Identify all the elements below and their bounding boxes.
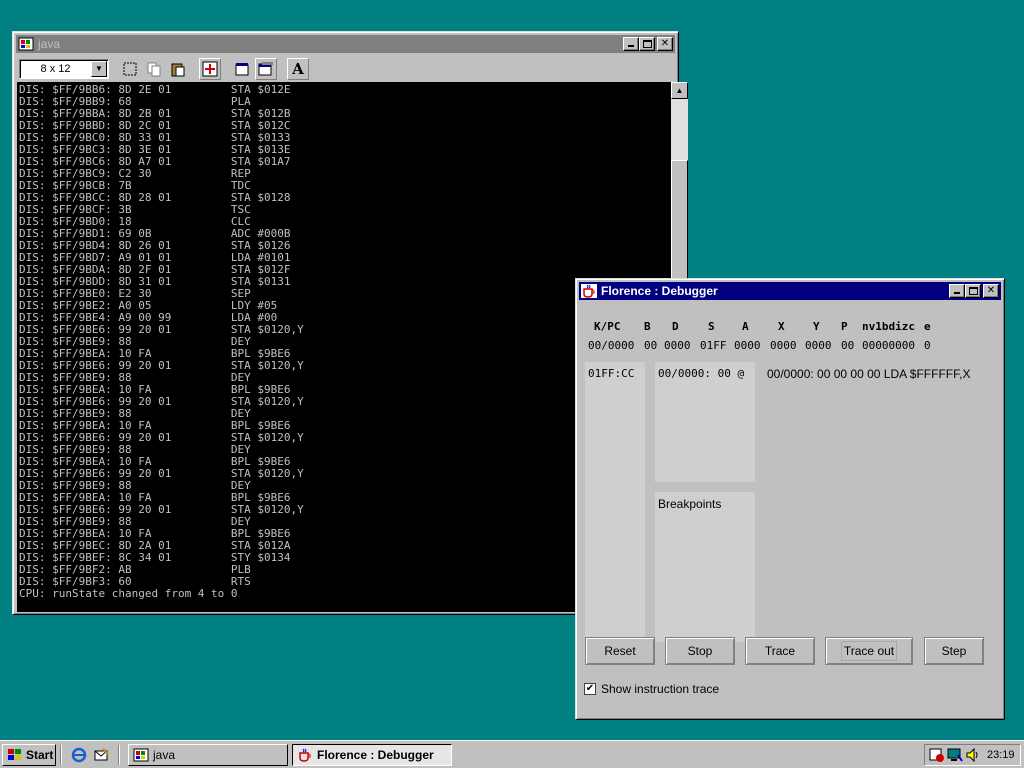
- properties-icon: [235, 63, 249, 76]
- maximize-icon: [643, 40, 652, 48]
- reg-value-d: 0000: [664, 339, 691, 352]
- console-output[interactable]: DIS: $FF/9BB6: 8D 2E 01 STA $012E DIS: $…: [17, 82, 672, 612]
- reg-value-x: 0000: [770, 339, 797, 352]
- register-values: 00/0000 00 0000 01FF 0000 0000 0000 00 0…: [584, 339, 994, 353]
- taskbar-separator: [118, 745, 120, 765]
- reg-header-a: A: [742, 320, 749, 333]
- reg-header-kpc: K/PC: [594, 320, 621, 333]
- reset-button[interactable]: Reset: [585, 637, 655, 665]
- maximize-button[interactable]: [965, 284, 981, 298]
- background-button[interactable]: [255, 58, 277, 80]
- mark-button[interactable]: [119, 58, 141, 80]
- trace-out-button[interactable]: Trace out: [825, 637, 913, 665]
- scroll-up-button[interactable]: ▲: [671, 82, 688, 99]
- outlook-express-icon[interactable]: [92, 747, 110, 765]
- java-app-icon: [18, 37, 34, 51]
- font-button[interactable]: A: [287, 58, 309, 80]
- java-titlebar[interactable]: java ✕: [16, 35, 675, 53]
- close-icon: ✕: [660, 38, 670, 49]
- minimize-icon: [954, 292, 960, 294]
- monitor-icon[interactable]: [947, 747, 963, 763]
- maximize-icon: [969, 287, 978, 295]
- show-trace-label: Show instruction trace: [601, 682, 720, 696]
- show-trace-checkbox[interactable]: ✔: [584, 683, 596, 695]
- chevron-down-icon[interactable]: ▼: [91, 61, 107, 77]
- start-button[interactable]: Start: [2, 744, 56, 766]
- reg-header-p: P: [841, 320, 848, 333]
- step-button[interactable]: Step: [924, 637, 984, 665]
- font-size-select[interactable]: 8 x 12 ▼: [19, 59, 109, 79]
- copy-icon: [147, 62, 161, 77]
- reg-value-e: 0: [924, 339, 931, 352]
- stop-button[interactable]: Stop: [665, 637, 735, 665]
- reg-value-kpc: 00/0000: [588, 339, 635, 352]
- maximize-button[interactable]: [639, 37, 655, 51]
- reg-header-s: S: [708, 320, 715, 333]
- console-line: CPU: runState changed from 4 to 0: [19, 587, 238, 600]
- task-java[interactable]: java: [128, 744, 288, 766]
- taskbar-separator: [60, 745, 62, 765]
- clock[interactable]: 23:19: [987, 749, 1015, 761]
- trace-button[interactable]: Trace: [745, 637, 815, 665]
- reg-value-p: 00: [841, 339, 855, 352]
- memory-panel[interactable]: 00/0000: 00 @: [655, 362, 755, 482]
- reg-value-s: 01FF: [700, 339, 727, 352]
- stack-text: 01FF:CC: [588, 367, 635, 380]
- minimize-button[interactable]: [623, 37, 639, 51]
- paste-button[interactable]: [167, 58, 189, 80]
- minimize-icon: [628, 45, 634, 47]
- memory-text: 00/0000: 00 @: [658, 367, 745, 380]
- properties-button[interactable]: [231, 58, 253, 80]
- reg-value-flags: 00000000: [862, 339, 915, 352]
- paste-icon: [171, 63, 185, 77]
- reg-value-a: 0000: [734, 339, 761, 352]
- console-text: DIS: $FF/9BB6: 8D 2E 01 STA $012E DIS: $…: [17, 82, 672, 600]
- debugger-window[interactable]: Florence : Debugger ✕ K/PC B D S A X Y P…: [575, 278, 1005, 720]
- reg-header-y: Y: [813, 320, 820, 333]
- console-toolbar: 8 x 12 ▼ A: [17, 56, 674, 82]
- java-cup-icon: [581, 284, 597, 298]
- java-app-icon: [133, 748, 149, 762]
- system-tray: 23:19: [924, 744, 1021, 766]
- minimize-button[interactable]: [949, 284, 965, 298]
- reg-header-flags: nv1bdizc: [862, 320, 915, 333]
- windows-logo-icon: [8, 749, 21, 760]
- show-instruction-trace[interactable]: ✔ Show instruction trace: [584, 682, 719, 696]
- reg-value-y: 0000: [805, 339, 832, 352]
- debugger-titlebar[interactable]: Florence : Debugger ✕: [579, 282, 1001, 300]
- disassembly-text: 00/0000: 00 00 00 00 LDA $FFFFFF,X: [767, 367, 971, 381]
- reg-value-b: 00: [644, 339, 658, 352]
- scheduler-icon[interactable]: [929, 747, 945, 763]
- taskbar: Start java Florence : Debugger 23:19: [0, 740, 1024, 768]
- fullscreen-button[interactable]: [199, 58, 221, 80]
- background-icon: [258, 62, 273, 76]
- reg-header-x: X: [778, 320, 785, 333]
- breakpoints-label: Breakpoints: [658, 497, 722, 511]
- reg-header-e: e: [924, 320, 931, 333]
- close-icon: ✕: [986, 285, 996, 296]
- close-button[interactable]: ✕: [983, 284, 999, 298]
- font-icon: A: [292, 60, 304, 78]
- breakpoints-panel[interactable]: Breakpoints: [655, 492, 755, 642]
- reg-header-b: B: [644, 320, 651, 333]
- mark-icon: [123, 62, 137, 76]
- register-headers: K/PC B D S A X Y P nv1bdizc e: [584, 320, 994, 334]
- task-florence-debugger[interactable]: Florence : Debugger: [292, 744, 452, 766]
- reg-header-d: D: [672, 320, 679, 333]
- stack-panel[interactable]: 01FF:CC: [585, 362, 645, 642]
- ie-icon[interactable]: [70, 747, 88, 765]
- volume-icon[interactable]: [965, 747, 981, 763]
- copy-button[interactable]: [143, 58, 165, 80]
- java-cup-icon: [299, 748, 311, 762]
- disassembly-view[interactable]: 00/0000: 00 00 00 00 LDA $FFFFFF,X: [764, 362, 996, 382]
- debugger-window-title: Florence : Debugger: [601, 284, 718, 298]
- java-window-title: java: [38, 37, 61, 51]
- fullscreen-icon: [202, 61, 218, 77]
- close-button[interactable]: ✕: [657, 37, 673, 51]
